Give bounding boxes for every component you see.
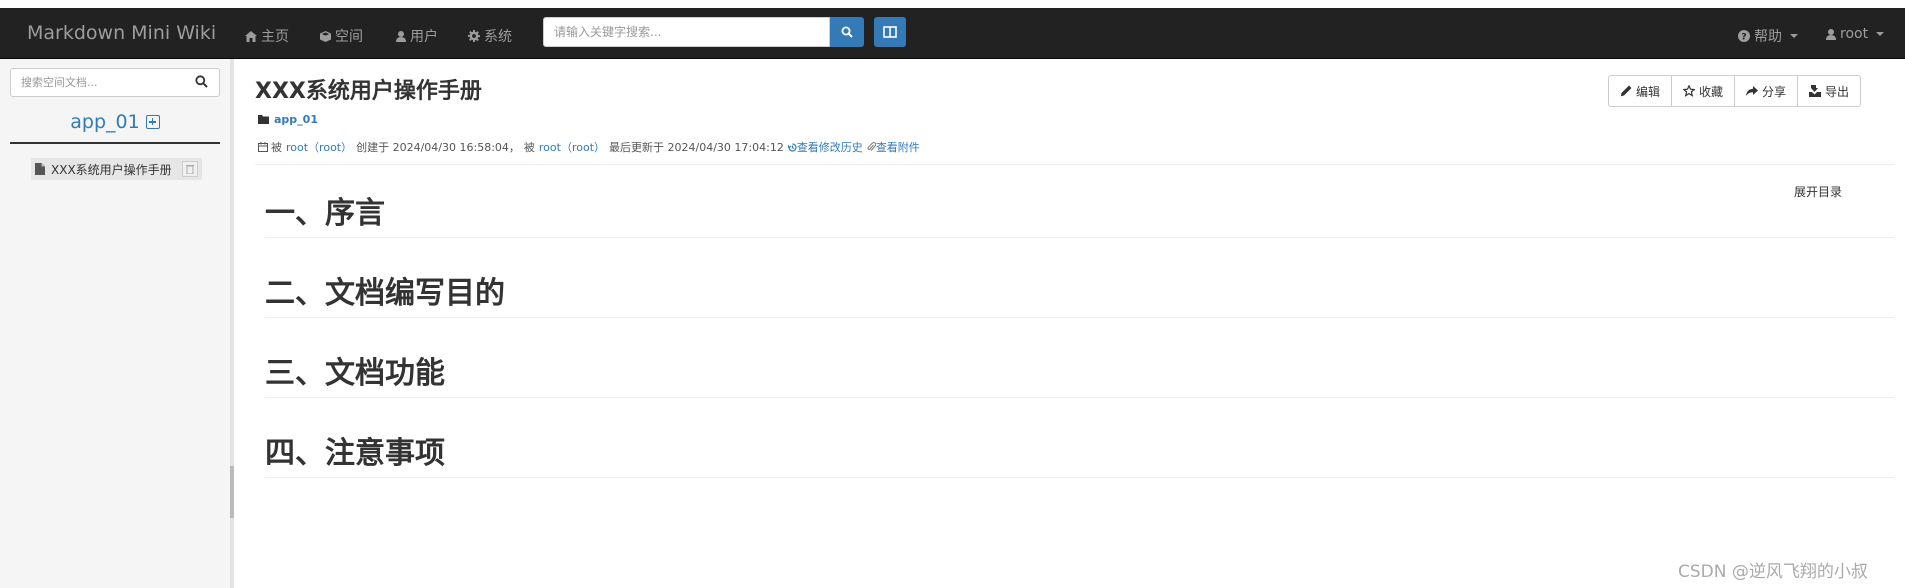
meta-by: 被	[271, 141, 282, 154]
nav-item-label: 空间	[335, 29, 363, 45]
creator-link[interactable]: root（root）	[286, 139, 352, 155]
heading-divider	[265, 237, 1894, 238]
watermark: CSDN @逆风飞翔的小叔	[1678, 562, 1868, 582]
app-brand[interactable]: Markdown Mini Wiki	[27, 22, 216, 44]
trash-icon	[185, 165, 194, 174]
nav-item-users[interactable]: 用户	[396, 26, 438, 46]
heading-divider	[265, 317, 1894, 318]
doc-tree-item[interactable]: XXX系统用户操作手册	[31, 158, 202, 180]
top-navbar: Markdown Mini Wiki 主页 空间 用户 系统 请输入关键字搜索.…	[0, 8, 1905, 59]
star-icon	[1683, 85, 1696, 97]
space-doc-search-input[interactable]: 搜索空间文档...	[10, 68, 220, 97]
share-button[interactable]: 分享	[1734, 75, 1799, 107]
file-icon	[35, 163, 45, 175]
folder-icon	[258, 115, 269, 124]
paperclip-icon	[867, 142, 876, 151]
heading-divider	[265, 477, 1894, 478]
home-icon	[245, 30, 257, 42]
export-button[interactable]: 导出	[1797, 75, 1862, 107]
chevron-down-icon	[1876, 32, 1885, 36]
document-content: XXX系统用户操作手册 app_01 被 root（root） 创建于 2024…	[234, 59, 1905, 588]
help-menu-label: 帮助	[1754, 29, 1782, 45]
export-button-label: 导出	[1825, 84, 1850, 99]
share-button-label: 分享	[1762, 84, 1787, 99]
edit-button-label: 编辑	[1636, 84, 1661, 99]
doc-tree-item-label: XXX系统用户操作手册	[51, 162, 172, 177]
heading-4: 四、注意事项	[265, 436, 445, 471]
updated-time: 最后更新于 2024/04/30 17:04:12	[609, 141, 784, 154]
breadcrumb-space[interactable]: app_01	[274, 113, 318, 126]
created-time: 创建于 2024/04/30 16:58:04，	[356, 141, 520, 154]
columns-icon	[883, 26, 897, 38]
chevron-down-icon	[1790, 34, 1798, 38]
heading-divider	[265, 397, 1894, 398]
favorite-button[interactable]: 收藏	[1671, 75, 1736, 107]
space-name[interactable]: app_01	[70, 111, 139, 133]
nav-item-label: 用户	[410, 29, 438, 45]
user-menu[interactable]: root	[1826, 26, 1885, 42]
global-search-button[interactable]	[830, 17, 864, 47]
meta-by-2: 被	[523, 141, 535, 154]
nav-item-home[interactable]: 主页	[245, 26, 289, 46]
document-title: XXX系统用户操作手册	[255, 79, 482, 104]
help-menu[interactable]: ? 帮助	[1738, 26, 1798, 46]
svg-text:?: ?	[1741, 33, 1746, 43]
top-strip	[0, 0, 1905, 8]
space-title: app_01	[0, 111, 230, 133]
nav-item-spaces[interactable]: 空间	[320, 26, 363, 46]
user-icon	[1826, 28, 1836, 40]
updater-link[interactable]: root（root）	[539, 139, 605, 155]
space-sidebar: 搜索空间文档... app_01 XXX系统用户操作手册	[0, 59, 230, 588]
gear-icon	[468, 30, 480, 42]
history-link[interactable]: 查看修改历史	[797, 139, 863, 155]
heading-3: 三、文档功能	[265, 356, 445, 391]
edit-button[interactable]: 编辑	[1608, 75, 1673, 107]
breadcrumb[interactable]: app_01	[258, 113, 318, 126]
search-icon[interactable]	[195, 75, 208, 88]
cube-icon	[320, 30, 331, 42]
attachments-link[interactable]: 查看附件	[876, 139, 920, 155]
user-icon	[396, 30, 406, 42]
nav-item-label: 系统	[484, 29, 512, 45]
document-actions: 编辑 收藏 分享 导出	[1608, 75, 1862, 107]
history-icon	[787, 142, 797, 152]
add-document-icon[interactable]	[145, 115, 160, 129]
meta-divider	[255, 164, 1894, 165]
toggle-layout-button[interactable]	[874, 17, 906, 47]
heading-2: 二、文档编写目的	[265, 276, 505, 311]
question-circle-icon: ?	[1738, 30, 1750, 42]
sidebar-divider	[10, 142, 220, 144]
delete-document-icon[interactable]	[181, 161, 198, 177]
document-meta: 被 root（root） 创建于 2024/04/30 16:58:04， 被 …	[258, 139, 924, 155]
heading-1: 一、序言	[265, 196, 385, 231]
export-icon	[1809, 85, 1822, 97]
pencil-icon	[1620, 85, 1632, 97]
expand-toc-button[interactable]: 展开目录	[1794, 183, 1842, 200]
global-search-input[interactable]: 请输入关键字搜索...	[543, 17, 830, 47]
user-menu-label: root	[1840, 26, 1869, 42]
calendar-icon	[258, 142, 268, 152]
favorite-button-label: 收藏	[1699, 84, 1724, 99]
share-icon	[1746, 85, 1759, 96]
nav-item-label: 主页	[261, 29, 289, 45]
nav-item-system[interactable]: 系统	[468, 26, 512, 46]
search-icon	[841, 26, 853, 38]
